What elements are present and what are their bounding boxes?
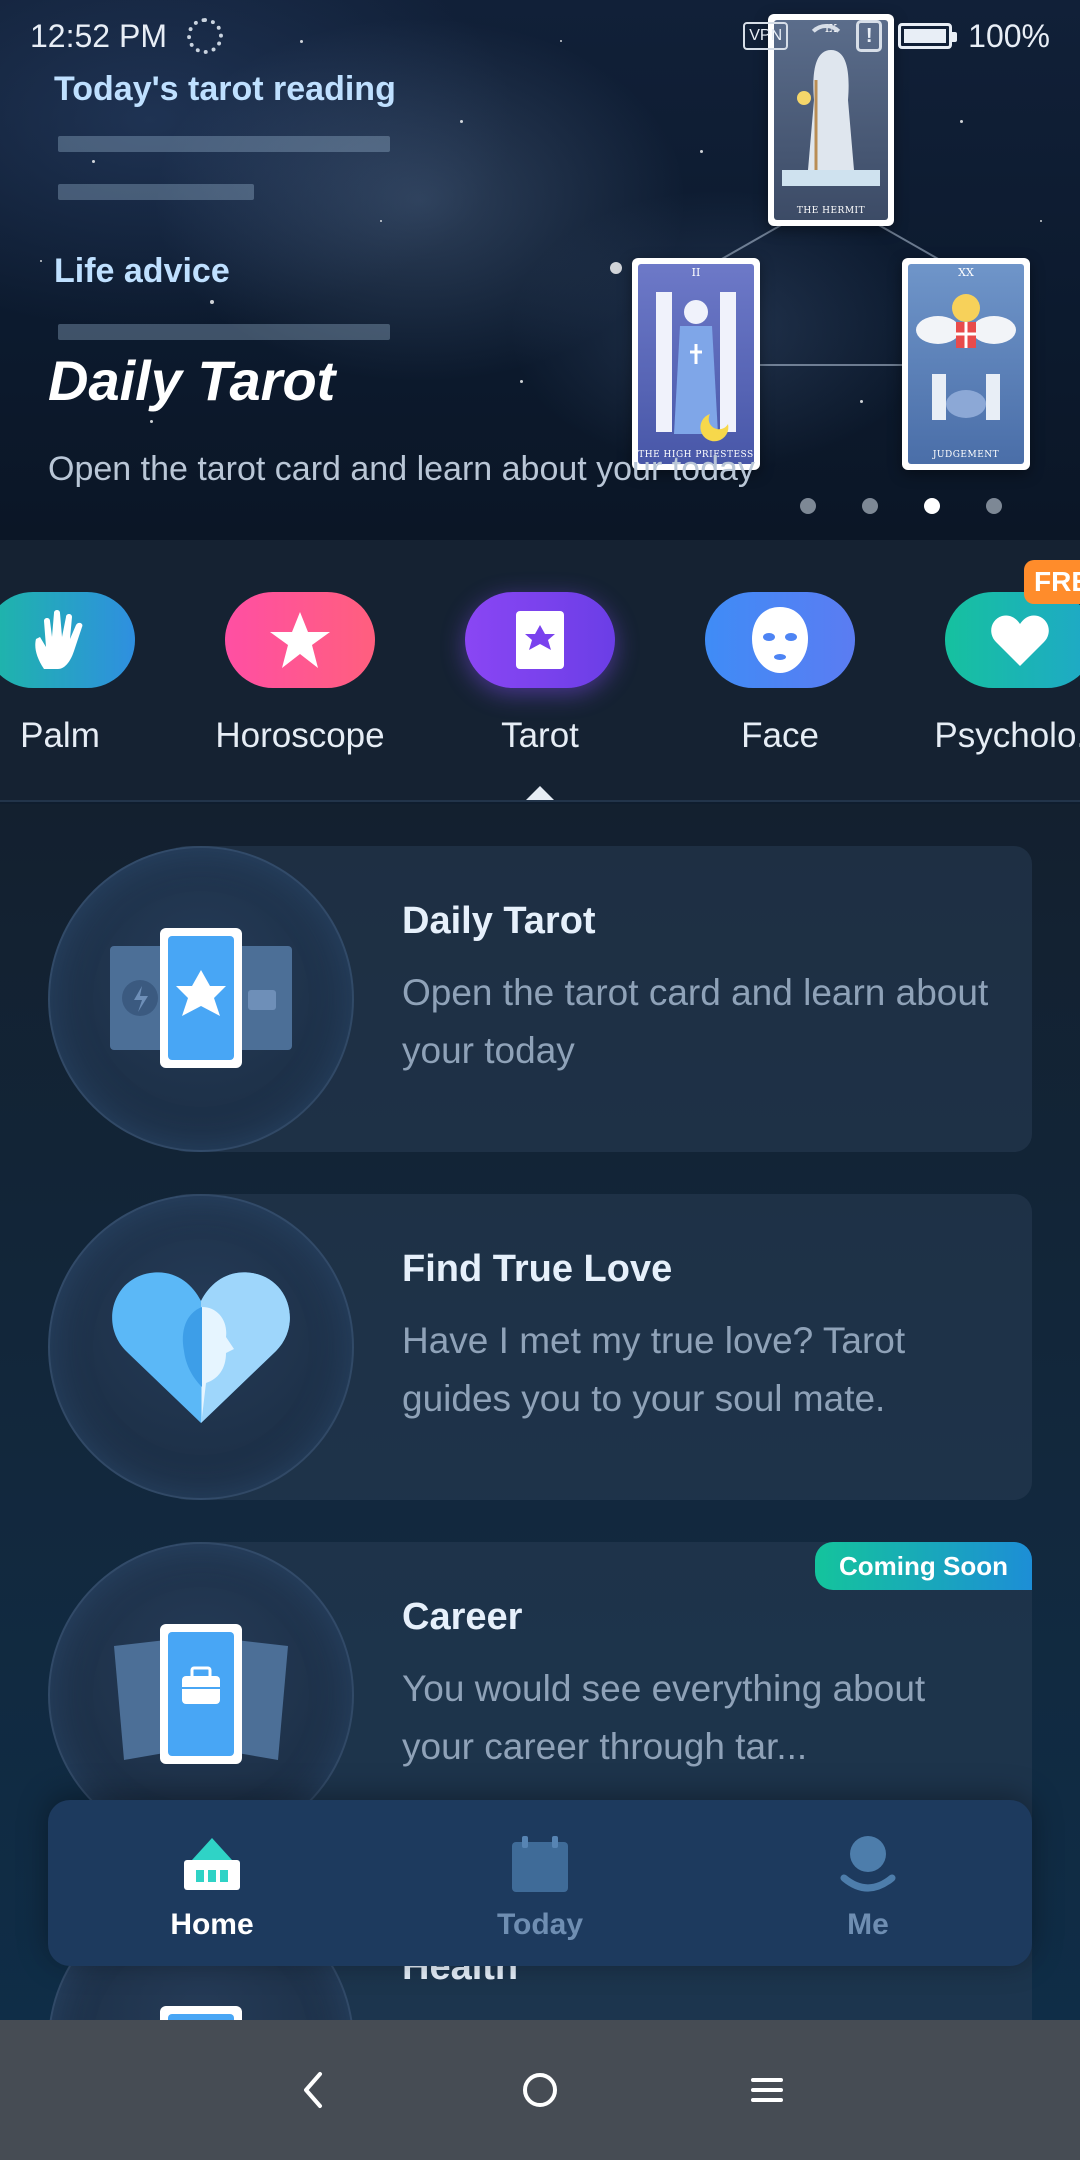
tarot-card-icon <box>516 611 564 669</box>
card-numeral: II <box>691 266 701 279</box>
category-strip: Palm Horoscope Tarot Face Psycholo <box>0 540 1080 802</box>
nav-me[interactable]: Me <box>704 1800 1032 1966</box>
card-numeral: XX <box>958 266 974 279</box>
home-system-button[interactable] <box>510 2060 570 2120</box>
category-psychology[interactable]: Psycholo... <box>930 592 1080 782</box>
home-circle-icon <box>522 2073 557 2107</box>
carousel-dot-active[interactable] <box>924 498 940 514</box>
nav-label: Me <box>847 1908 889 1941</box>
system-navigation-bar <box>0 2020 1080 2160</box>
feature-card-daily-tarot[interactable]: Daily Tarot Open the tarot card and lear… <box>48 846 1032 1152</box>
nav-label: Today <box>496 1908 584 1941</box>
carousel-dot[interactable] <box>862 498 878 514</box>
coming-soon-badge: Coming Soon <box>815 1542 1032 1590</box>
judgement-figure-icon <box>916 294 1016 420</box>
feature-title: Career <box>402 1596 523 1638</box>
category-pill[interactable] <box>0 592 135 688</box>
category-pill[interactable] <box>705 592 855 688</box>
category-pill[interactable] <box>465 592 615 688</box>
briefcase-card-icon <box>114 1624 288 1764</box>
user-icon <box>840 1836 896 1892</box>
category-horoscope[interactable]: Horoscope <box>210 592 390 782</box>
carousel-indicator[interactable] <box>800 498 1002 514</box>
feature-title: Daily Tarot <box>402 900 596 942</box>
nav-today[interactable]: Today <box>376 1800 704 1966</box>
alert-icon: ! <box>856 20 883 52</box>
vpn-icon: VPN <box>743 22 789 50</box>
nav-label: Home <box>170 1908 254 1941</box>
category-label: Psycholo... <box>934 716 1080 755</box>
sync-icon <box>186 18 223 54</box>
free-badge: FRE <box>1024 560 1080 604</box>
feature-description: Open the tarot card and learn about your… <box>402 972 989 1071</box>
category-tarot[interactable]: Tarot <box>450 592 630 782</box>
feature-description: You would see everything about your care… <box>402 1668 926 1767</box>
heart-icon <box>991 615 1049 666</box>
category-label: Palm <box>20 716 100 755</box>
menu-button[interactable] <box>737 2060 797 2120</box>
tarot-cards-icon <box>110 928 292 1068</box>
wifi-icon <box>804 22 847 50</box>
tarot-card-icon <box>160 2006 242 2020</box>
menu-icon <box>750 2078 783 2102</box>
hero-title: Daily Tarot <box>48 349 336 412</box>
feature-icon-circle <box>48 1194 354 1500</box>
nav-home[interactable]: Home <box>48 1800 376 1966</box>
category-label: Horoscope <box>215 716 385 755</box>
category-label: Tarot <box>501 716 579 755</box>
star-icon <box>270 612 330 668</box>
feature-title: Find True Love <box>402 1248 673 1290</box>
selected-tab-indicator <box>526 786 554 800</box>
face-mask-icon <box>752 607 808 673</box>
card-name: JUDGEMENT <box>932 450 1000 460</box>
calendar-icon <box>512 1836 568 1892</box>
feature-card-find-true-love[interactable]: Find True Love Have I met my true love? … <box>48 1194 1032 1500</box>
bottom-navigation: Home Today Me <box>48 1800 1032 1966</box>
feature-icon-circle <box>48 846 354 1152</box>
tarot-card-high-priestess[interactable]: II THE HIGH PRIESTESS <box>632 258 760 470</box>
carousel-dot[interactable] <box>986 498 1002 514</box>
category-label: Face <box>741 716 819 755</box>
back-icon <box>304 2072 323 2108</box>
carousel-dot[interactable] <box>800 498 816 514</box>
category-pill[interactable] <box>225 592 375 688</box>
category-palm[interactable]: Palm <box>0 592 150 782</box>
hero-subtitle: Open the tarot card and learn about your… <box>48 450 755 488</box>
priestess-figure-icon <box>656 292 736 442</box>
battery-percent: 100% <box>968 17 1050 54</box>
status-bar: 12:52 PM VPN ! 100% <box>0 0 1080 72</box>
battery-icon <box>898 23 958 49</box>
tarot-card-judgement[interactable]: XX JUDGEMENT <box>902 258 1030 470</box>
feature-description: Have I met my true love? Tarot guides yo… <box>402 1320 906 1419</box>
card-name: THE HERMIT <box>796 206 866 216</box>
category-pill[interactable] <box>945 592 1080 688</box>
hero-banner[interactable]: 12:52 PM VPN ! 100% Today's tarot readin… <box>0 0 1080 540</box>
home-icon <box>184 1838 240 1890</box>
category-face[interactable]: Face <box>690 592 870 782</box>
status-time: 12:52 PM <box>30 17 167 54</box>
hand-icon <box>35 610 83 669</box>
back-button[interactable] <box>283 2060 343 2120</box>
heart-face-icon <box>112 1272 290 1423</box>
